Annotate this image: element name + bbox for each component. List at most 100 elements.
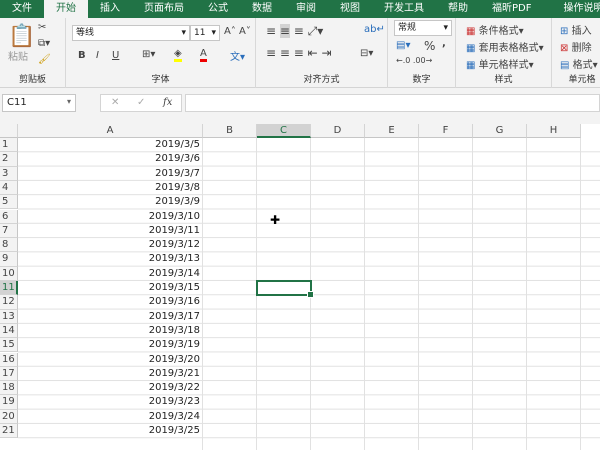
column-header-D[interactable]: D xyxy=(311,124,365,138)
column-header-F[interactable]: F xyxy=(419,124,473,138)
percent-button[interactable]: % xyxy=(424,39,435,53)
row-header-7[interactable]: 7 xyxy=(0,223,18,239)
row-header-16[interactable]: 16 xyxy=(0,352,18,367)
row-header-5[interactable]: 5 xyxy=(0,195,18,210)
tab-8[interactable]: 开发工具 xyxy=(372,0,436,18)
row-header-20[interactable]: 20 xyxy=(0,409,18,424)
row-header-1[interactable]: 1 xyxy=(0,138,18,153)
wrap-text-icon[interactable]: ab↵ xyxy=(364,24,385,35)
column-header-E[interactable]: E xyxy=(365,124,419,138)
currency-icon[interactable]: ▤▾ xyxy=(396,40,410,51)
tab-5[interactable]: 数据 xyxy=(240,0,284,18)
border-icon[interactable]: ⊞▾ xyxy=(142,49,155,60)
row-header-17[interactable]: 17 xyxy=(0,366,18,382)
format-table-button[interactable]: ▦ 套用表格格式▾ xyxy=(466,39,544,54)
conditional-format-button[interactable]: ▦ 条件格式▾ xyxy=(466,22,524,37)
column-header-H[interactable]: H xyxy=(527,124,581,138)
italic-button[interactable]: I xyxy=(96,50,99,61)
cell-a9[interactable]: 2019/3/13 xyxy=(18,252,203,266)
underline-button[interactable]: U xyxy=(112,50,119,61)
column-header-G[interactable]: G xyxy=(473,124,527,138)
cell-a12[interactable]: 2019/3/16 xyxy=(18,295,203,309)
tab-3[interactable]: 页面布局 xyxy=(132,0,196,18)
cell-a16[interactable]: 2019/3/20 xyxy=(18,353,203,367)
tab-10[interactable]: 福昕PDF xyxy=(480,0,543,18)
cell-a15[interactable]: 2019/3/19 xyxy=(18,338,203,352)
cell-a18[interactable]: 2019/3/22 xyxy=(18,381,203,395)
paste-icon[interactable]: 📋 xyxy=(8,24,35,49)
cell-a20[interactable]: 2019/3/24 xyxy=(18,410,203,424)
tab-11[interactable]: 操作说明搜索 xyxy=(551,0,600,18)
insert-function-button[interactable]: fx xyxy=(163,97,172,108)
cell-a6[interactable]: 2019/3/10 xyxy=(18,210,203,224)
column-header-A[interactable]: A xyxy=(18,124,203,138)
name-box[interactable]: C11 ▾ xyxy=(2,94,76,112)
row-header-11[interactable]: 11 xyxy=(0,281,18,296)
cell-a14[interactable]: 2019/3/18 xyxy=(18,324,203,338)
row-header-12[interactable]: 12 xyxy=(0,295,18,310)
cell-styles-button[interactable]: ▦ 单元格样式▾ xyxy=(466,56,534,71)
row-header-2[interactable]: 2 xyxy=(0,152,18,167)
align-left-icons[interactable]: ≡ ≡ ≡ ⇤ ⇥ xyxy=(266,46,332,60)
column-header-C[interactable]: C xyxy=(257,124,311,138)
tab-9[interactable]: 帮助 xyxy=(436,0,480,18)
cell-a5[interactable]: 2019/3/9 xyxy=(18,195,203,209)
tab-4[interactable]: 公式 xyxy=(196,0,240,18)
ribbon: 📋 粘贴 ✂ ⧉▾ 🖌 剪贴板 等线 ▾ 11 ▾ A˄ A˅ B I U ⊞▾ ◈… xyxy=(0,18,600,88)
row-header-15[interactable]: 15 xyxy=(0,338,18,353)
row-header-6[interactable]: 6 xyxy=(0,209,18,224)
cell-a8[interactable]: 2019/3/12 xyxy=(18,238,203,252)
cell-a17[interactable]: 2019/3/21 xyxy=(18,367,203,381)
row-header-18[interactable]: 18 xyxy=(0,381,18,396)
cell-a2[interactable]: 2019/3/6 xyxy=(18,152,203,166)
insert-button[interactable]: ⊞ 插入 xyxy=(560,22,592,37)
format-button[interactable]: ▤ 格式▾ xyxy=(560,56,598,71)
cell-a7[interactable]: 2019/3/11 xyxy=(18,224,203,238)
font-name-select[interactable]: 等线 ▾ xyxy=(72,25,190,41)
row-header-4[interactable]: 4 xyxy=(0,180,18,196)
column-header-B[interactable]: B xyxy=(203,124,257,138)
enter-icon[interactable]: ✓ xyxy=(137,97,145,108)
align-top-icons[interactable]: ≡ ≡ ≡ ⤢▾ xyxy=(266,24,323,39)
font-size-select[interactable]: 11 ▾ xyxy=(190,25,220,41)
decimal-icons[interactable]: ←.0 .00→ xyxy=(396,56,432,65)
number-format-select[interactable]: 常规 ▾ xyxy=(394,20,452,36)
row-header-10[interactable]: 10 xyxy=(0,266,18,281)
cell-a3[interactable]: 2019/3/7 xyxy=(18,167,203,181)
fill-color-icon[interactable]: ◈ xyxy=(174,48,182,62)
merge-icon[interactable]: ⊟▾ xyxy=(360,48,373,59)
tab-7[interactable]: 视图 xyxy=(328,0,372,18)
row-header-9[interactable]: 9 xyxy=(0,252,18,267)
delete-button[interactable]: ⊠ 删除 xyxy=(560,39,592,54)
row-header-19[interactable]: 19 xyxy=(0,395,18,410)
paste-button[interactable]: 粘贴 xyxy=(8,48,28,63)
formula-input[interactable] xyxy=(185,94,600,112)
selected-cell-c11[interactable] xyxy=(256,280,314,298)
cell-a4[interactable]: 2019/3/8 xyxy=(18,181,203,195)
cancel-icon[interactable]: ✕ xyxy=(111,97,119,108)
cut-icon[interactable]: ✂ xyxy=(38,22,46,33)
format-painter-icon[interactable]: 🖌 xyxy=(38,54,51,65)
row-header-13[interactable]: 13 xyxy=(0,309,18,324)
cell-a13[interactable]: 2019/3/17 xyxy=(18,310,203,324)
cell-a1[interactable]: 2019/3/5 xyxy=(18,138,203,152)
increase-font-icon[interactable]: A˄ A˅ xyxy=(224,26,251,37)
comma-button[interactable]: , xyxy=(442,38,446,49)
row-header-8[interactable]: 8 xyxy=(0,238,18,253)
bold-button[interactable]: B xyxy=(78,50,86,61)
font-color-icon[interactable]: A xyxy=(200,48,207,62)
cell-a21[interactable]: 2019/3/25 xyxy=(18,424,203,438)
tab-6[interactable]: 审阅 xyxy=(284,0,328,18)
row-header-14[interactable]: 14 xyxy=(0,323,18,339)
cell-a19[interactable]: 2019/3/23 xyxy=(18,395,203,409)
tab-2[interactable]: 插入 xyxy=(88,0,132,18)
cell-a10[interactable]: 2019/3/14 xyxy=(18,267,203,281)
tab-1[interactable]: 开始 xyxy=(44,0,88,18)
cell-a11[interactable]: 2019/3/15 xyxy=(18,281,203,295)
row-header-21[interactable]: 21 xyxy=(0,424,18,439)
copy-icon[interactable]: ⧉▾ xyxy=(38,38,50,49)
tab-0[interactable]: 文件 xyxy=(0,0,44,18)
select-all-button[interactable] xyxy=(0,124,18,138)
phonetic-icon[interactable]: 文▾ xyxy=(230,48,245,63)
row-header-3[interactable]: 3 xyxy=(0,166,18,181)
